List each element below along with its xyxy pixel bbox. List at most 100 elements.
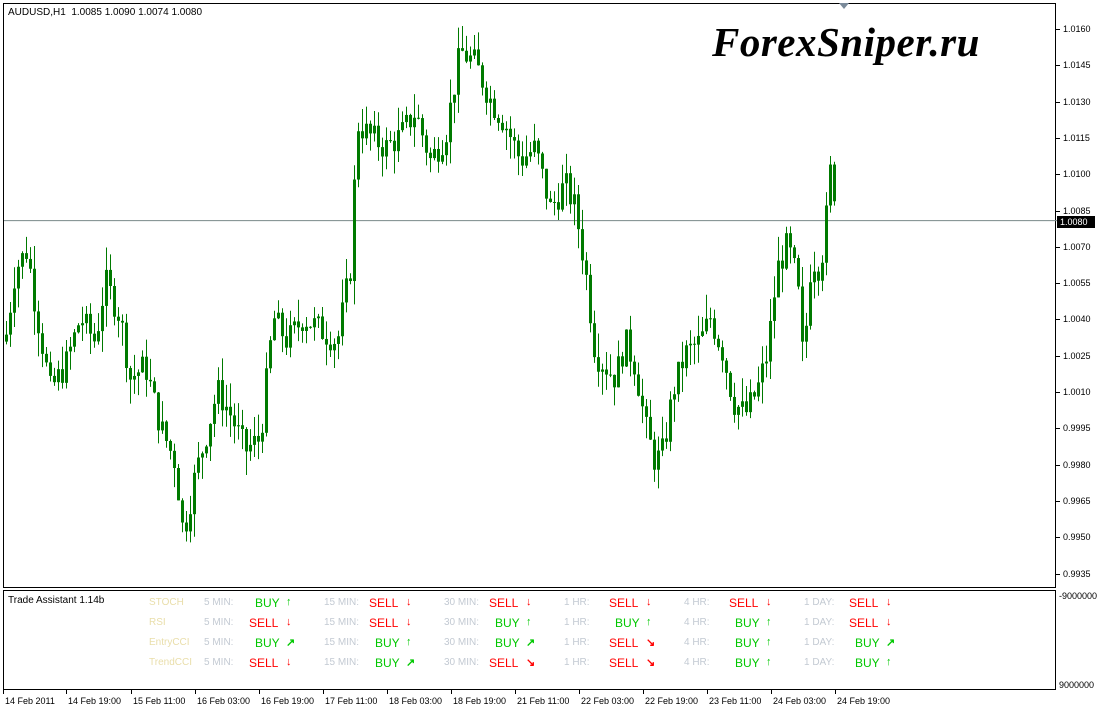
candle (517, 134, 520, 176)
timeframe-label: 1 HR: (564, 617, 590, 628)
timeframe-label: 30 MIN: (444, 657, 480, 668)
price-tick-label: 1.0160 (1063, 24, 1091, 34)
candle (629, 315, 632, 377)
candle (197, 442, 200, 480)
candle (589, 264, 592, 333)
price-tick: 0.9980 (1056, 460, 1097, 471)
candle (181, 498, 184, 533)
candle (557, 183, 560, 221)
candle (605, 352, 608, 390)
sell-signal: SELL (369, 616, 399, 630)
candle (289, 310, 292, 358)
candle (129, 365, 132, 404)
candle (329, 331, 332, 358)
candle (561, 164, 564, 212)
candle (549, 190, 552, 203)
indicator-name: EntryCCI (149, 637, 190, 648)
trade-assistant-panel: Trade Assistant 1.14b STOCH 5 MIN: BUY ↑ 15 … (3, 590, 1056, 690)
price-tick: 1.0100 (1056, 169, 1097, 180)
candle (85, 305, 88, 334)
arrow-up-icon: ↑ (766, 636, 772, 648)
candle (53, 367, 56, 386)
candle (165, 420, 168, 448)
candle (813, 251, 816, 299)
timeframe-label: 5 MIN: (204, 617, 234, 628)
chart-shift-marker-icon[interactable] (839, 3, 849, 9)
candle (573, 177, 576, 226)
arrow-up-right-icon: ↗ (526, 637, 536, 649)
timeframe-label: 30 MIN: (444, 597, 480, 608)
buy-signal: BUY (735, 636, 760, 650)
price-tick-label: 1.0145 (1063, 60, 1091, 71)
candle (429, 147, 432, 173)
candle (333, 338, 336, 369)
candle (133, 354, 136, 394)
candle (461, 26, 464, 52)
candle (221, 358, 224, 427)
price-tick-label: 0.9935 (1063, 568, 1091, 579)
candle (257, 414, 260, 460)
candle (537, 138, 540, 165)
timeframe-label: 1 DAY: (804, 597, 835, 608)
candle (149, 358, 152, 387)
candle (737, 404, 740, 430)
candle (721, 340, 724, 373)
candle (689, 330, 692, 366)
arrow-up-icon: ↑ (766, 616, 772, 628)
candle (13, 267, 16, 327)
price-tick-label: 1.0070 (1063, 241, 1091, 252)
signal-row: STOCH 5 MIN: BUY ↑ 15 MIN: SELL ↓ 30 MIN: SELL ↓ 1… (4, 596, 1054, 612)
candle (701, 316, 704, 337)
price-tick: 1.0070 (1056, 241, 1097, 253)
candle (97, 313, 100, 345)
sell-signal: SELL (849, 596, 879, 610)
arrow-down-icon: ↓ (406, 596, 412, 608)
price-tick-label: 1.0055 (1063, 278, 1091, 289)
timeframe-label: 4 HR: (684, 597, 710, 608)
candle (685, 340, 688, 377)
candle (709, 307, 712, 328)
candle (577, 185, 580, 249)
timeframe-label: 1 HR: (564, 637, 590, 648)
candle (69, 336, 72, 370)
price-chart[interactable]: AUDUSD,H1 1.0085 1.0090 1.0074 1.0080 Fo… (3, 3, 1057, 588)
arrow-down-icon: ↓ (526, 596, 532, 608)
candle (321, 307, 324, 340)
sell-signal: SELL (249, 656, 279, 670)
signal-row: TrendCCI 5 MIN: SELL ↓ 15 MIN: BUY ↗ 30 MIN: SEL… (4, 656, 1054, 672)
time-tick-label: 15 Feb 11:00 (133, 696, 186, 706)
candle (45, 347, 48, 367)
watermark-logo: ForexSniper.ru (712, 19, 980, 65)
time-tick-label: 24 Feb 03:00 (773, 696, 827, 706)
candle (677, 361, 680, 402)
arrow-down-right-icon: ↘ (526, 657, 536, 669)
candle (497, 114, 500, 131)
arrow-up-icon: ↑ (886, 656, 892, 668)
price-tick: 1.0040 (1056, 314, 1097, 325)
candle (489, 85, 492, 126)
price-tick-label: 1.0040 (1063, 314, 1091, 325)
candle (593, 310, 596, 363)
time-tick-label: 22 Feb 03:00 (581, 696, 635, 706)
timeframe-label: 30 MIN: (444, 617, 480, 628)
candle (565, 153, 568, 206)
candle (637, 362, 640, 397)
buy-signal: BUY (495, 616, 520, 630)
price-tick: 0.9965 (1056, 496, 1097, 507)
time-tick-label: 24 Feb 19:00 (837, 696, 891, 706)
candle (269, 336, 272, 374)
candle (597, 333, 600, 387)
candle (33, 246, 36, 335)
candle (585, 252, 588, 291)
candle (105, 247, 108, 327)
arrow-up-right-icon: ↗ (286, 637, 296, 649)
panel-scale-axis: -9000000 9000000 (1056, 590, 1097, 690)
candle (201, 451, 204, 479)
candle (785, 226, 788, 271)
price-tick-label: 0.9950 (1063, 532, 1091, 543)
candle (533, 123, 536, 158)
candle (725, 358, 728, 390)
candle (213, 394, 216, 437)
candle (697, 315, 700, 363)
sell-signal: SELL (609, 656, 639, 670)
